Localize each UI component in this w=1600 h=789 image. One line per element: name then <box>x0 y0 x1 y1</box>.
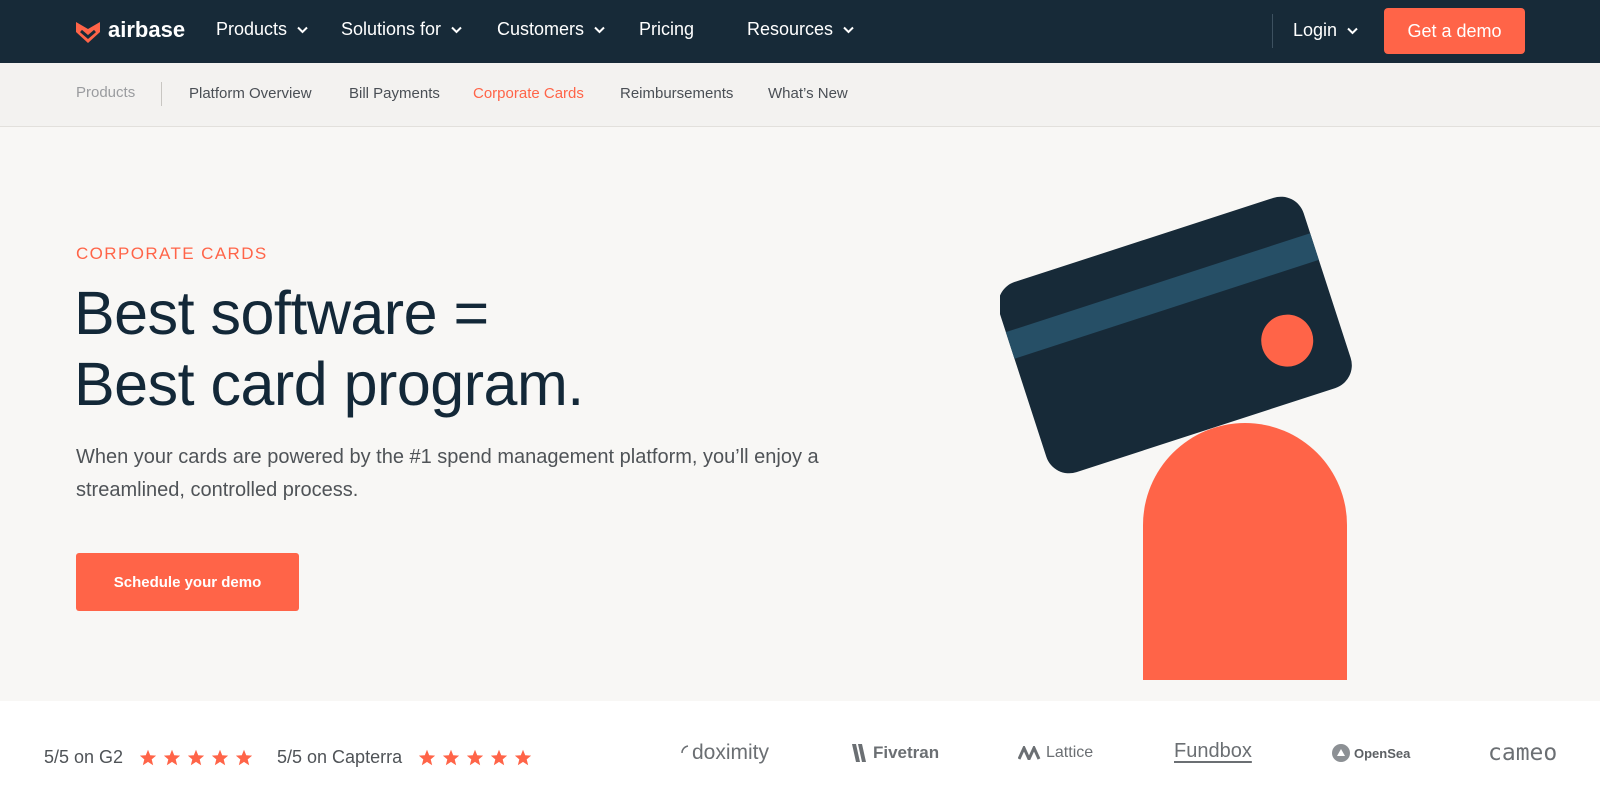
airbase-logo-icon <box>76 22 100 43</box>
lattice-logo-text: Lattice <box>1046 744 1094 761</box>
nav-customers-label: Customers <box>497 19 585 39</box>
g2-rating: 5/5 on G2 <box>44 747 253 768</box>
hero-headline: Best software = Best card program. <box>74 278 584 420</box>
schedule-demo-button[interactable]: Schedule your demo <box>76 553 299 611</box>
subnav-bill-payments[interactable]: Bill Payments <box>349 85 440 102</box>
nav-solutions[interactable]: Solutions for <box>341 19 462 40</box>
hero-subcopy: When your cards are powered by the #1 sp… <box>76 446 819 501</box>
doximity-logo-text: doximity <box>692 741 770 764</box>
fundbox-logo: Fundbox <box>1174 736 1252 766</box>
opensea-mark-icon <box>1332 744 1350 762</box>
nav-products-label: Products <box>216 19 288 39</box>
top-navigation: airbase Products Solutions for Customers… <box>0 0 1600 63</box>
chevron-down-icon <box>594 26 605 33</box>
capterra-stars <box>418 749 532 766</box>
fivetran-logo: Fivetran <box>850 738 939 768</box>
g2-stars <box>139 749 253 766</box>
nav-products[interactable]: Products <box>216 19 308 40</box>
products-subnav: Products Platform Overview Bill Payments… <box>0 63 1600 127</box>
airbase-logo[interactable]: airbase <box>75 16 185 44</box>
star-icon <box>139 749 157 766</box>
capterra-rating: 5/5 on Capterra <box>277 747 532 768</box>
nav-resources-label: Resources <box>747 19 834 39</box>
chevron-down-icon <box>843 26 854 33</box>
star-icon <box>490 749 508 766</box>
fundbox-logo-text: Fundbox <box>1174 739 1252 762</box>
brand-name: airbase <box>108 17 186 42</box>
subnav-section-label[interactable]: Products <box>76 84 135 101</box>
nav-pricing[interactable]: Pricing <box>639 19 694 40</box>
opensea-logo-text: OpenSea <box>1354 745 1411 761</box>
star-icon <box>442 749 460 766</box>
star-icon <box>211 749 229 766</box>
doximity-signal-icon <box>681 745 689 754</box>
subnav-whats-new[interactable]: What’s New <box>768 85 848 102</box>
nav-pricing-label: Pricing <box>639 19 695 39</box>
capterra-rating-label: 5/5 on Capterra <box>277 747 403 767</box>
doximity-logo: doximity <box>680 738 769 768</box>
nav-solutions-label: Solutions for <box>341 19 442 39</box>
hero-eyebrow: CORPORATE CARDS <box>76 244 268 263</box>
cameo-logo: cameo <box>1488 738 1557 768</box>
credit-card-illustration <box>1000 196 1352 680</box>
star-icon <box>187 749 205 766</box>
star-icon <box>514 749 532 766</box>
g2-rating-label: 5/5 on G2 <box>44 747 124 767</box>
cameo-logo-text: cameo <box>1488 740 1558 766</box>
chevron-down-icon <box>451 26 462 33</box>
nav-customers[interactable]: Customers <box>497 19 605 40</box>
lattice-logo: Lattice <box>1018 738 1093 768</box>
star-icon <box>418 749 436 766</box>
nav-divider <box>1272 14 1273 48</box>
opensea-logo: OpenSea <box>1332 738 1410 768</box>
get-a-demo-button[interactable]: Get a demo <box>1384 8 1525 54</box>
subnav-reimbursements[interactable]: Reimbursements <box>620 85 733 102</box>
subnav-platform-overview[interactable]: Platform Overview <box>189 85 312 102</box>
star-icon <box>466 749 484 766</box>
arch-shape <box>1143 423 1347 680</box>
chevron-down-icon <box>297 26 308 33</box>
star-icon <box>235 749 253 766</box>
fivetran-logo-text: Fivetran <box>873 743 940 762</box>
chevron-down-icon <box>1347 27 1358 34</box>
headline-line-2: Best card program. <box>74 350 584 418</box>
login-menu[interactable]: Login <box>1293 20 1358 41</box>
fivetran-mark-icon <box>852 744 866 762</box>
star-icon <box>163 749 181 766</box>
login-label: Login <box>1293 20 1338 40</box>
subnav-divider <box>161 82 162 106</box>
card-shape <box>1000 196 1352 474</box>
nav-resources[interactable]: Resources <box>747 19 854 40</box>
subnav-corporate-cards[interactable]: Corporate Cards <box>473 85 584 102</box>
headline-line-1: Best software = <box>74 279 489 347</box>
lattice-mark-icon <box>1018 746 1041 760</box>
